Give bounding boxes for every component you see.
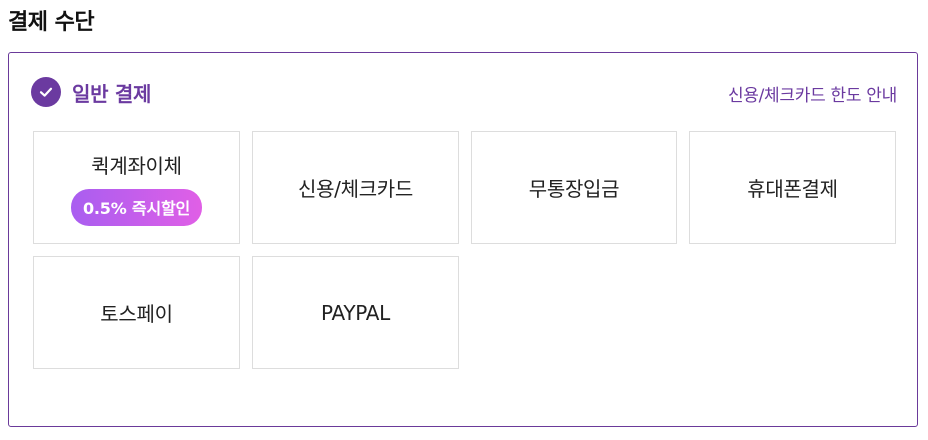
payment-option-quick-transfer[interactable]: 퀵계좌이체 0.5% 즉시할인 bbox=[33, 131, 240, 244]
payment-option-paypal[interactable]: PAYPAL bbox=[252, 256, 459, 369]
discount-badge: 0.5% 즉시할인 bbox=[70, 188, 203, 226]
payment-option-label: PAYPAL bbox=[321, 300, 390, 325]
card-limit-info-link[interactable]: 신용/체크카드 한도 안내 bbox=[728, 81, 897, 106]
payment-method-panel: 일반 결제 신용/체크카드 한도 안내 퀵계좌이체 0.5% 즉시할인 신용/체… bbox=[8, 52, 918, 427]
payment-option-label: 퀵계좌이체 bbox=[91, 153, 182, 178]
payment-option-bank-deposit[interactable]: 무통장입금 bbox=[471, 131, 677, 244]
check-circle-icon bbox=[31, 77, 61, 107]
section-title: 결제 수단 bbox=[8, 10, 95, 35]
payment-option-toss-pay[interactable]: 토스페이 bbox=[33, 256, 240, 369]
payment-option-label: 신용/체크카드 bbox=[297, 177, 414, 201]
payment-option-label: 휴대폰결제 bbox=[747, 177, 838, 201]
general-payment-label: 일반 결제 bbox=[72, 81, 152, 106]
payment-options-grid: 퀵계좌이체 0.5% 즉시할인 신용/체크카드 무통장입금 휴대폰결제 토스페이… bbox=[33, 131, 896, 369]
payment-option-mobile[interactable]: 휴대폰결제 bbox=[689, 131, 896, 244]
general-payment-radio[interactable]: 일반 결제 bbox=[31, 77, 151, 107]
payment-option-label: 토스페이 bbox=[100, 302, 173, 326]
payment-option-label: 무통장입금 bbox=[528, 177, 620, 201]
payment-option-credit-card[interactable]: 신용/체크카드 bbox=[252, 131, 459, 244]
